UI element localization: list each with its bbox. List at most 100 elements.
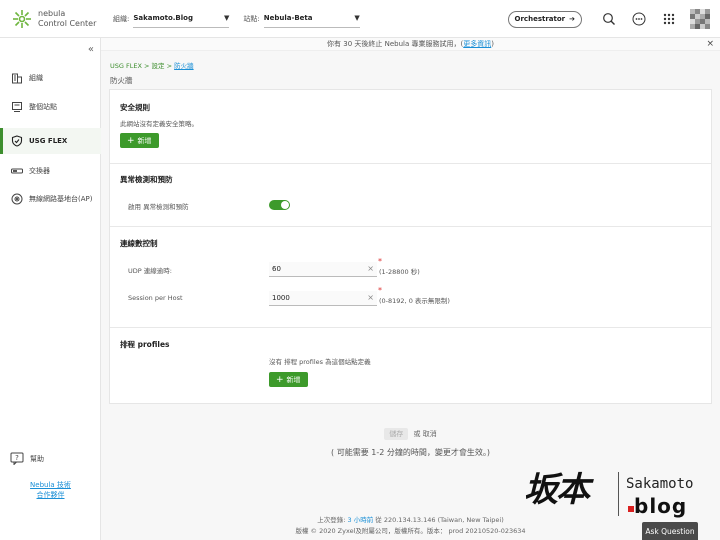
- chevron-down-icon: ▼: [354, 14, 360, 22]
- udp-timeout-input[interactable]: 60 ×: [269, 262, 377, 277]
- anomaly-toggle-label: 啟用 異常檢測和預防: [128, 203, 189, 211]
- security-policy-title: 安全規則: [120, 103, 150, 112]
- toggle-knob: [281, 201, 289, 209]
- sidebar-links: Nebula 技術 合作夥伴: [0, 480, 101, 500]
- sidebar-item-label: USG FLEX: [29, 137, 68, 145]
- session-per-host-value: 1000: [272, 294, 290, 302]
- sidebar-item-switch[interactable]: 交換器: [0, 158, 101, 184]
- udp-timeout-value: 60: [272, 265, 281, 273]
- orchestrator-label: Orchestrator: [514, 15, 566, 23]
- sidebar-item-site[interactable]: 整個站點: [0, 94, 101, 120]
- sidebar-item-label: 交換器: [29, 167, 50, 175]
- apps-grid-icon[interactable]: [662, 12, 676, 26]
- breadcrumb-settings[interactable]: 設定: [152, 62, 165, 70]
- close-icon[interactable]: ×: [706, 38, 714, 51]
- cancel-link[interactable]: 取消: [423, 430, 437, 438]
- header-right: Orchestrator ➔: [507, 0, 720, 38]
- more-info-link[interactable]: 更多資訊: [463, 40, 491, 48]
- collapse-sidebar-icon[interactable]: «: [88, 44, 94, 55]
- breadcrumb-sep: >: [164, 62, 175, 70]
- add-policy-label: 新增: [137, 136, 152, 145]
- nebula-logo[interactable]: nebula Control Center: [12, 9, 102, 29]
- sidebar-item-usg-flex[interactable]: USG FLEX: [0, 128, 101, 154]
- page-title: 防火牆: [110, 76, 133, 85]
- or-text: 或: [413, 430, 421, 438]
- udp-timeout-hint: (1-28800 秒): [379, 268, 420, 276]
- firewall-card: 安全規則 此網站沒有定義安全策略。 + 新增 異常檢測和預防 啟用 異常檢測和預…: [109, 89, 712, 404]
- search-icon[interactable]: [602, 12, 616, 26]
- watermark-en1: Sakamoto: [626, 476, 694, 492]
- org-label: 組織:: [113, 14, 130, 23]
- logo-text: nebula Control Center: [38, 9, 96, 29]
- schedule-section: 排程 profiles 沒有 排程 profiles 為這個站點定義 + 新增: [110, 328, 711, 403]
- building-icon: [10, 72, 23, 85]
- last-login-suffix: 從 220.134.13.146 (Taiwan, New Taipei): [373, 516, 504, 524]
- logo-line1: nebula: [38, 8, 66, 18]
- session-per-host-label: Session per Host: [128, 294, 183, 302]
- nebula-logo-icon: [13, 9, 31, 28]
- org-select[interactable]: Sakamoto.Blog ▼: [133, 10, 230, 28]
- add-schedule-button[interactable]: + 新增: [269, 372, 308, 387]
- anomaly-section: 異常檢測和預防 啟用 異常檢測和預防: [110, 164, 711, 227]
- breadcrumb-sep: >: [141, 62, 152, 70]
- required-mark: *: [378, 286, 382, 295]
- sidebar-item-label: 整個站點: [29, 103, 57, 111]
- orchestrator-button[interactable]: Orchestrator ➔: [507, 10, 582, 28]
- ap-icon: [10, 193, 23, 206]
- chevron-down-icon: ▼: [223, 14, 230, 22]
- avatar[interactable]: [690, 9, 710, 29]
- site-selector-wrap: 站點: Nebula-Beta ▼: [243, 10, 360, 28]
- form-actions: 儲存 或 取消: [101, 428, 720, 440]
- clear-icon[interactable]: ×: [367, 264, 374, 273]
- anomaly-toggle[interactable]: [269, 200, 290, 210]
- ask-question-button[interactable]: Ask Question: [642, 522, 698, 540]
- help-icon: ?: [10, 452, 24, 466]
- plus-icon: +: [127, 135, 135, 146]
- session-per-host-hint: (0-8192, 0 表示無限制): [379, 297, 450, 305]
- connection-title: 連線數控制: [120, 239, 158, 248]
- arrow-right-icon: ➔: [569, 15, 575, 23]
- add-policy-button[interactable]: + 新增: [120, 133, 159, 148]
- help-label: 幫助: [30, 454, 44, 463]
- sidebar-item-organization[interactable]: 組織: [0, 65, 101, 91]
- security-policy-empty-text: 此網站沒有定義安全策略。: [120, 120, 198, 128]
- last-login-prefix: 上次登錄:: [317, 516, 348, 524]
- session-per-host-input[interactable]: 1000 ×: [269, 291, 377, 306]
- sidebar-item-ap[interactable]: 無線網路基地台(AP): [0, 186, 101, 212]
- top-header: nebula Control Center 組織: Sakamoto.Blog …: [0, 0, 720, 38]
- site-value: Nebula-Beta: [263, 14, 313, 22]
- switch-icon: [10, 165, 23, 178]
- nebula-partner-link-1[interactable]: Nebula 技術: [0, 480, 101, 490]
- help-link[interactable]: ? 幫助: [10, 452, 44, 466]
- breadcrumb-current[interactable]: 防火牆: [174, 62, 194, 70]
- sidebar-item-label: 組織: [29, 74, 43, 82]
- svg-text:?: ?: [15, 454, 19, 462]
- more-icon[interactable]: [632, 12, 646, 26]
- last-login-time: 3 小時前: [347, 516, 374, 524]
- site-label: 站點:: [243, 14, 260, 23]
- connection-section: 連線數控制 UDP 連線逾時: 60 × * (1-28800 秒) Sessi…: [110, 227, 711, 328]
- breadcrumb: USG FLEX > 設定 > 防火牆: [110, 60, 194, 70]
- udp-timeout-label: UDP 連線逾時:: [128, 267, 172, 275]
- org-selector-wrap: 組織: Sakamoto.Blog ▼: [113, 10, 230, 28]
- schedule-title: 排程 profiles: [120, 340, 170, 349]
- clear-icon[interactable]: ×: [367, 293, 374, 302]
- watermark-cn: 坂本: [524, 470, 590, 510]
- add-schedule-label: 新增: [286, 375, 301, 384]
- trial-banner: 你有 30 天後終止 Nebula 專業服務試用，(更多資訊) ×: [101, 38, 720, 51]
- shield-icon: [10, 135, 23, 148]
- sidebar: « 組織 整個站點 USG FLEX 交換器 無線網路基地台(AP) ? 幫助 …: [0, 38, 101, 540]
- anomaly-title: 異常檢測和預防: [120, 175, 173, 184]
- site-select[interactable]: Nebula-Beta ▼: [263, 10, 360, 28]
- plus-icon: +: [276, 374, 284, 385]
- watermark-divider: [618, 472, 619, 516]
- sakamoto-blog-watermark: 坂本 Sakamoto blog: [520, 462, 716, 528]
- nebula-partner-link-2[interactable]: 合作夥伴: [0, 490, 101, 500]
- sidebar-item-label: 無線網路基地台(AP): [29, 195, 93, 203]
- watermark-en2: blog: [634, 494, 688, 518]
- breadcrumb-usg-flex[interactable]: USG FLEX: [110, 62, 142, 70]
- schedule-empty-text: 沒有 排程 profiles 為這個站點定義: [269, 358, 371, 366]
- required-mark: *: [378, 257, 382, 266]
- save-button[interactable]: 儲存: [384, 428, 409, 440]
- site-icon: [10, 101, 23, 114]
